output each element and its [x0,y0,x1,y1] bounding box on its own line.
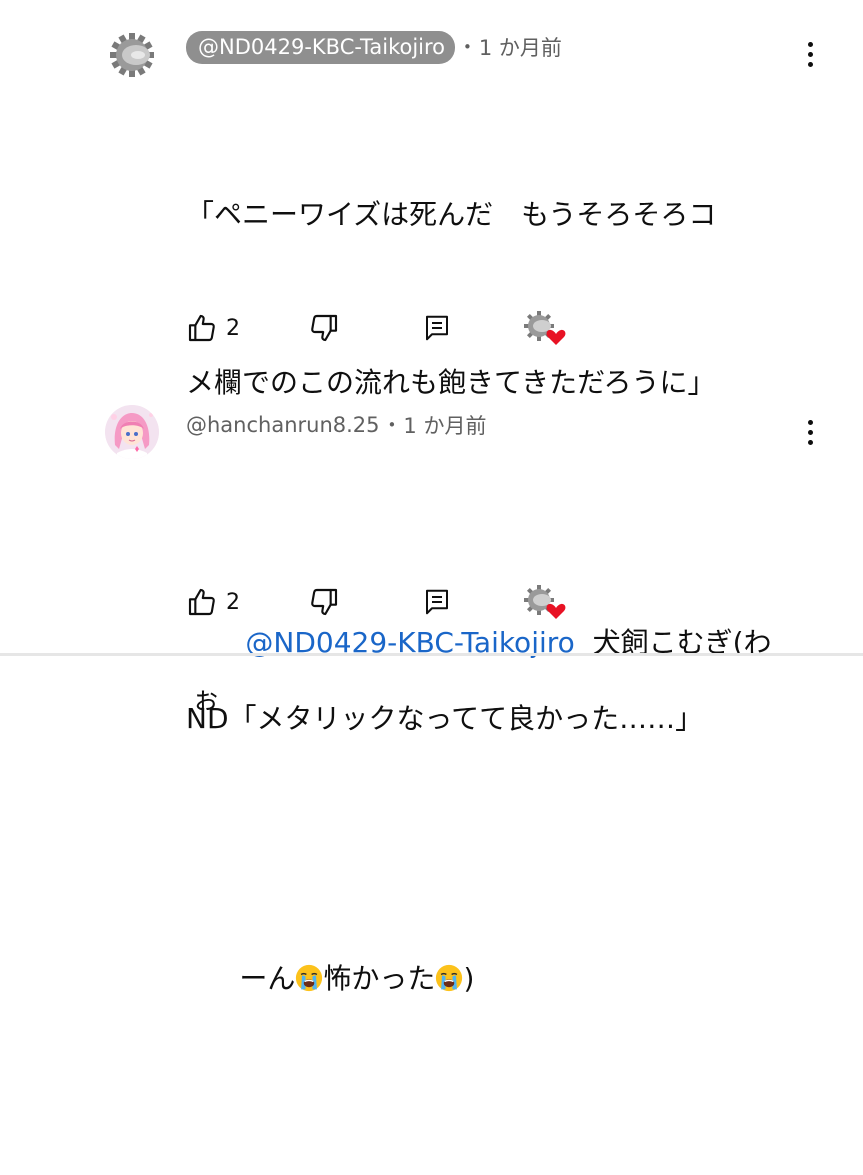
more-vert-icon[interactable] [798,36,822,72]
separator-dot: • [463,38,472,56]
dislike-button[interactable] [308,582,340,622]
gear-heart-icon [524,311,566,345]
creator-heart-badge [522,308,570,348]
comment-actions: 2 [186,308,686,348]
author-handle[interactable]: @hanchanrun8.25 [186,413,380,437]
like-button[interactable]: 2 [186,582,240,622]
gear-avatar-icon[interactable] [105,28,159,82]
reply-icon [426,589,448,615]
gear-heart-icon [524,585,566,619]
thumb-up-icon [188,588,215,616]
comment-text-line: メ欄でのこの流れも飽きてきただろうに」 [186,366,716,399]
comment-age[interactable]: 1 か月前 [403,410,486,440]
creator-heart-badge [522,582,570,622]
like-button[interactable]: 2 [186,308,240,348]
reply-icon [426,315,448,341]
author-handle[interactable]: @ND0429-KBC-Taikojiro [186,30,456,64]
thumb-down-icon [311,314,338,342]
like-count: 2 [226,589,240,615]
reply-button[interactable] [422,308,452,348]
comment-age[interactable]: 1 か月前 [479,32,562,62]
comment-text-line: 「ペニーワイズは死んだ もうそろそろコ [186,198,717,231]
dislike-button[interactable] [308,308,340,348]
comment-header: @ND0429-KBC-Taikojiro • 1 か月前 [186,27,562,67]
comment-text-segment: ーん [239,962,296,995]
like-count: 2 [226,315,240,341]
comment-text-line: ーん 怖かった ) [186,895,786,1063]
loudly-crying-face-emoji [296,964,323,992]
comment-actions: 2 [186,582,686,622]
loudly-crying-face-emoji [436,964,463,992]
more-vert-icon[interactable] [798,414,822,450]
comment-text-segment: 怖かった [323,962,436,995]
comment-text: @ND0429-KBC-Taikojiro 犬飼こむぎ(わぉ ーん 怖かった ) [186,447,786,1175]
comment-text-segment: ) [463,962,475,995]
thumb-down-icon [311,588,338,616]
comment-header: @hanchanrun8.25 • 1 か月前 [186,405,486,445]
separator-dot: • [387,416,397,434]
anime-girl-avatar[interactable] [105,405,159,459]
reply-button[interactable] [422,582,452,622]
thumb-up-icon [188,314,215,342]
